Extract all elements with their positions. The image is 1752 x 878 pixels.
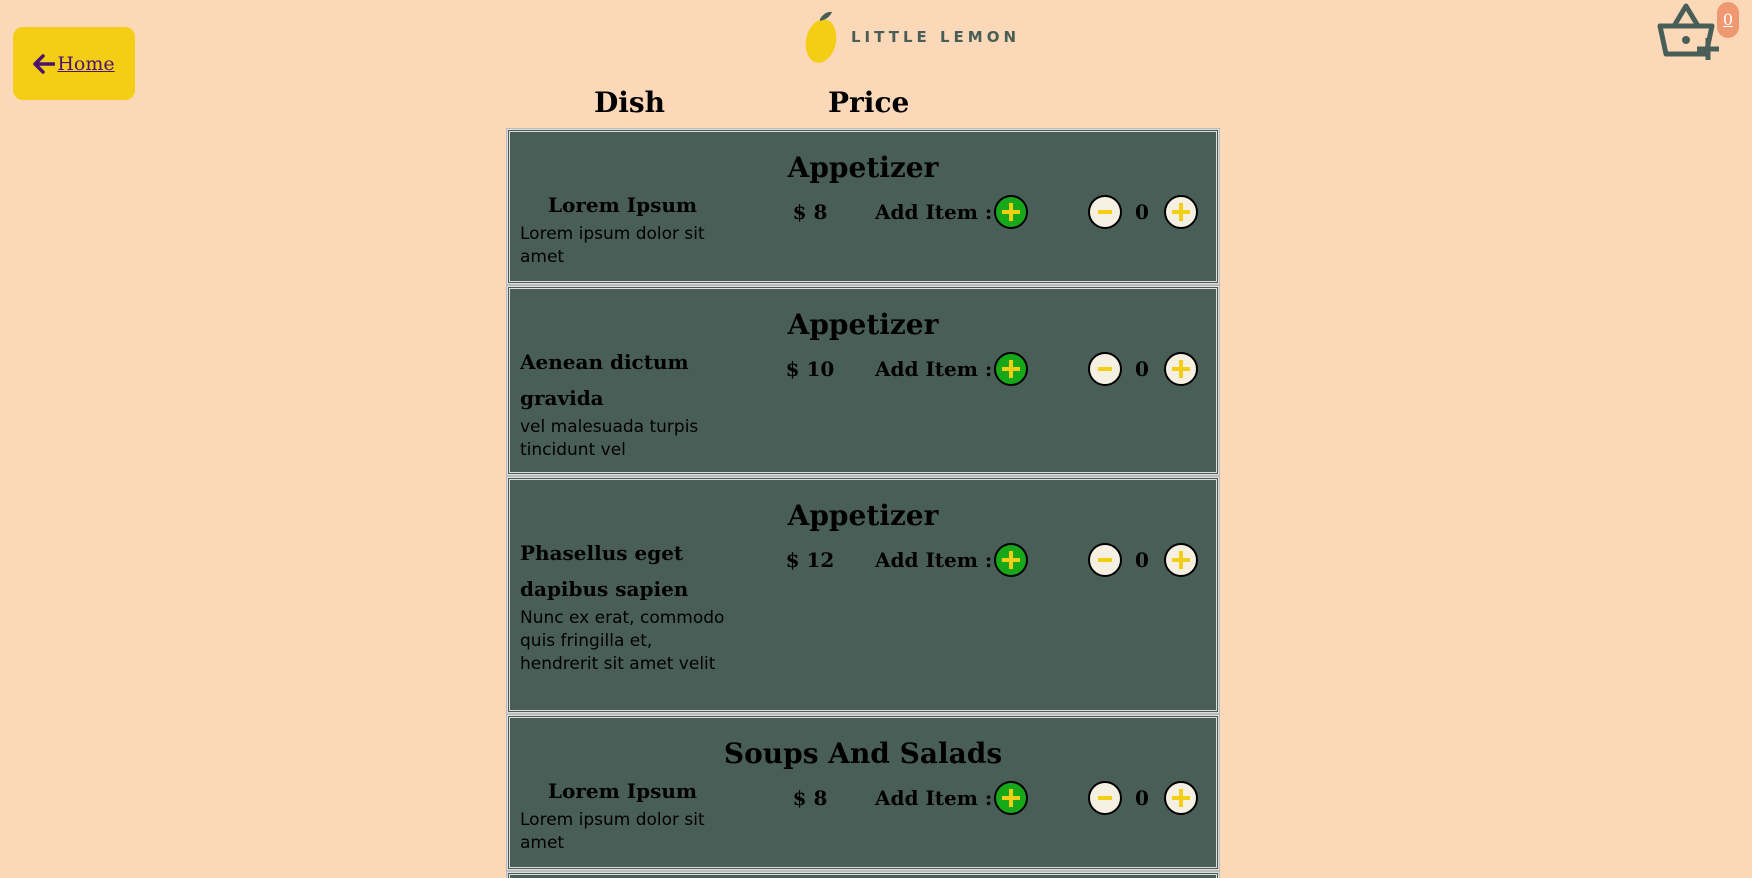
- add-item-button[interactable]: [994, 781, 1028, 815]
- column-header-price: Price: [828, 86, 910, 119]
- plus-icon: [1172, 551, 1190, 569]
- item-price: $ 10: [785, 357, 835, 381]
- item-category: Appetizer: [787, 499, 939, 532]
- item-category: Appetizer: [787, 308, 939, 341]
- plus-icon: [1002, 551, 1020, 569]
- menu-item: Soups And Salads $ 8 Add Item : 0 Lorem …: [506, 714, 1220, 871]
- item-description: Nunc ex erat, commodo quis fringilla et,…: [520, 608, 725, 674]
- item-category: Soups And Salads: [723, 737, 1003, 770]
- item-name: Phasellus eget dapibus sapien: [520, 541, 689, 601]
- logo-text: LITTLE LEMON: [851, 27, 1021, 46]
- basket-count-badge: 0: [1717, 2, 1739, 38]
- item-price: $ 8: [792, 786, 828, 810]
- menu-item: [506, 871, 1220, 878]
- item-name: Lorem Ipsum: [547, 779, 698, 803]
- menu-item: Appetizer $ 8 Add Item : 0 Lorem Ipsum L…: [506, 128, 1220, 285]
- item-name: Lorem Ipsum: [547, 193, 698, 217]
- arrow-left-icon: [33, 53, 56, 74]
- plus-icon: [1002, 360, 1020, 378]
- decrement-button[interactable]: [1088, 781, 1122, 815]
- item-category: Appetizer: [787, 151, 939, 184]
- item-quantity: 0: [1135, 357, 1149, 381]
- item-description: Lorem ipsum dolor sit amet: [520, 810, 705, 853]
- add-item-label: Add Item :: [875, 786, 993, 810]
- increment-button[interactable]: [1164, 543, 1198, 577]
- logo: LITTLE LEMON: [805, 9, 1020, 64]
- menu-table: Appetizer $ 8 Add Item : 0 Lorem Ipsum L…: [506, 128, 1220, 878]
- item-description: Lorem ipsum dolor sit amet: [520, 224, 705, 267]
- home-button[interactable]: Home: [13, 27, 135, 100]
- add-item-button[interactable]: [994, 195, 1028, 229]
- item-name: Aenean dictum gravida: [520, 350, 689, 410]
- add-item-label: Add Item :: [875, 200, 993, 224]
- minus-icon: [1098, 796, 1112, 800]
- plus-icon: [1172, 360, 1190, 378]
- plus-icon: [1002, 789, 1020, 807]
- menu-item: Appetizer $ 10 Add Item : 0 Aenean dictu…: [506, 285, 1220, 476]
- decrement-button[interactable]: [1088, 352, 1122, 386]
- plus-icon: [1172, 789, 1190, 807]
- add-item-button[interactable]: [994, 352, 1028, 386]
- item-price: $ 12: [785, 548, 835, 572]
- home-label: Home: [57, 52, 115, 75]
- menu-item: Appetizer $ 12 Add Item : 0 Phasellus eg…: [506, 476, 1220, 714]
- increment-button[interactable]: [1164, 781, 1198, 815]
- item-price: $ 8: [792, 200, 828, 224]
- increment-button[interactable]: [1164, 352, 1198, 386]
- plus-icon: [1172, 203, 1190, 221]
- decrement-button[interactable]: [1088, 195, 1122, 229]
- item-quantity: 0: [1135, 548, 1149, 572]
- lemon-icon: [805, 11, 837, 63]
- item-quantity: 0: [1135, 786, 1149, 810]
- item-quantity: 0: [1135, 200, 1149, 224]
- minus-icon: [1098, 558, 1112, 562]
- add-item-label: Add Item :: [875, 357, 993, 381]
- increment-button[interactable]: [1164, 195, 1198, 229]
- minus-icon: [1098, 367, 1112, 371]
- column-header-dish: Dish: [594, 86, 666, 119]
- add-item-button[interactable]: [994, 543, 1028, 577]
- decrement-button[interactable]: [1088, 543, 1122, 577]
- add-item-label: Add Item :: [875, 548, 993, 572]
- plus-icon: [1002, 203, 1020, 221]
- minus-icon: [1098, 210, 1112, 214]
- item-description: vel malesuada turpis tincidunt vel: [520, 417, 699, 460]
